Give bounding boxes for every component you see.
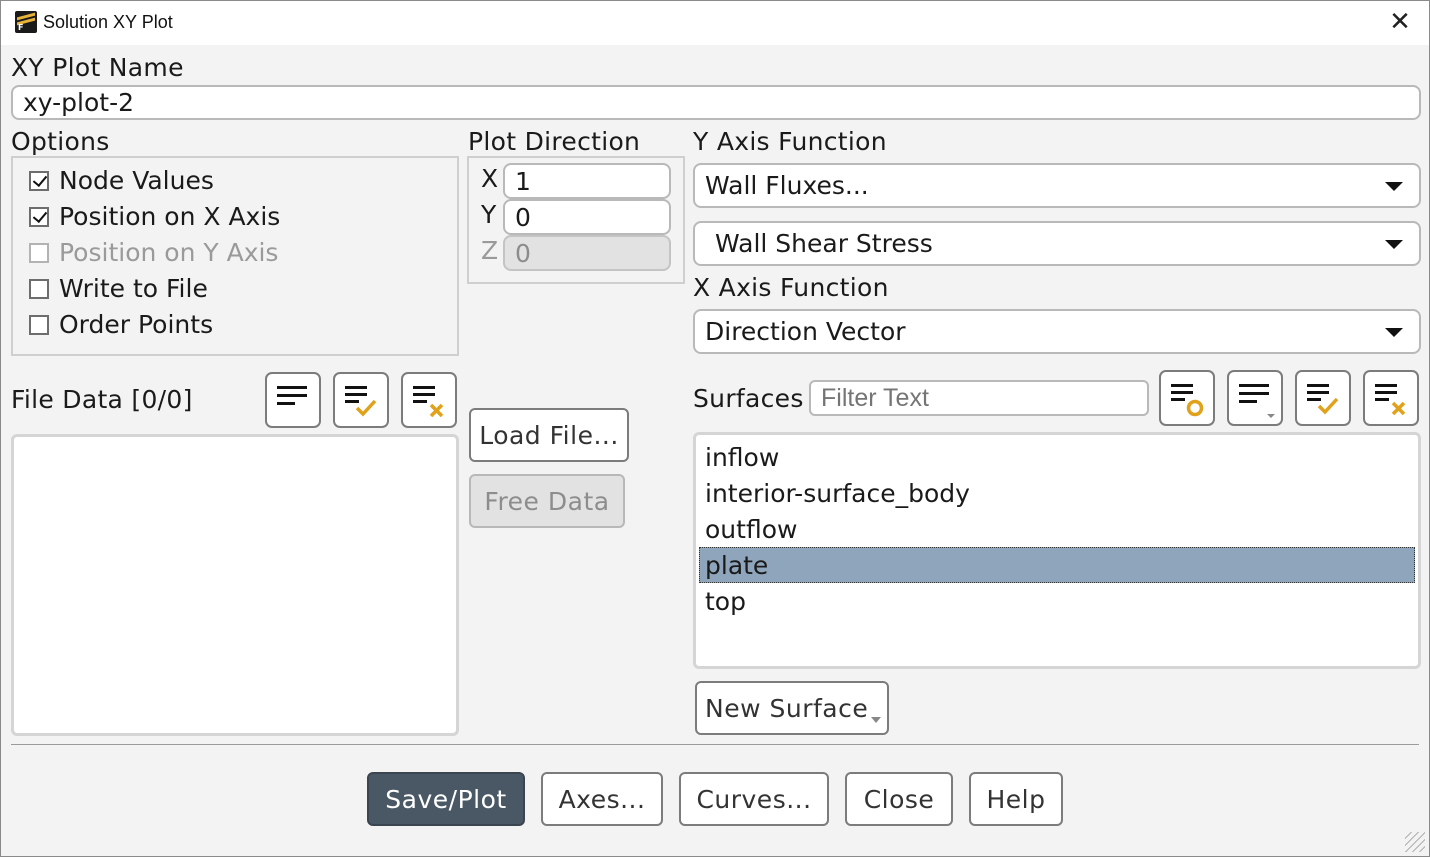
list-item[interactable]: inflow [699, 439, 1415, 475]
direction-x-input[interactable]: 1 [503, 163, 671, 199]
new-surface-button[interactable]: New Surface [695, 681, 889, 735]
order-points-checkbox[interactable] [29, 314, 49, 335]
list-clear-icon [413, 386, 444, 418]
option-position-x[interactable]: Position on X Axis [29, 202, 280, 231]
file-clear-button[interactable] [401, 372, 457, 428]
surface-group-button[interactable] [1227, 370, 1283, 426]
surface-check-button[interactable] [1295, 370, 1351, 426]
load-file-button[interactable]: Load File... [469, 408, 629, 462]
plot-direction-group: X 1 Y 0 Z 0 [467, 156, 685, 284]
write-to-file-checkbox[interactable] [29, 278, 49, 299]
solution-xy-plot-dialog: F Solution XY Plot ✕ XY Plot Name xy-plo… [0, 0, 1430, 857]
plot-direction-label: Plot Direction [468, 127, 641, 156]
close-icon[interactable]: ✕ [1385, 7, 1415, 37]
file-data-label: File Data [0/0] [11, 385, 193, 414]
dropdown-arrow-icon [1385, 181, 1403, 191]
surfaces-label: Surfaces [693, 384, 804, 413]
resize-grip-icon[interactable] [1405, 832, 1425, 852]
y-axis-category-value: Wall Fluxes... [705, 171, 869, 200]
surfaces-filter-input[interactable] [809, 380, 1149, 416]
position-y-label: Position on Y Axis [59, 238, 279, 267]
direction-x-label: X [481, 164, 499, 193]
window-title: Solution XY Plot [43, 12, 173, 32]
y-axis-function-value: Wall Shear Stress [715, 229, 933, 258]
direction-z-label: Z [481, 236, 499, 265]
plot-name-input[interactable]: xy-plot-2 [11, 85, 1421, 120]
curves-button[interactable]: Curves... [679, 772, 829, 826]
node-values-label: Node Values [59, 166, 214, 195]
file-check-button[interactable] [333, 372, 389, 428]
help-button[interactable]: Help [969, 772, 1063, 826]
position-y-checkbox [29, 242, 49, 263]
option-write-to-file[interactable]: Write to File [29, 274, 208, 303]
free-data-button: Free Data [469, 474, 625, 528]
x-axis-function-dropdown[interactable]: Direction Vector [693, 309, 1421, 354]
dropdown-arrow-icon [1385, 239, 1403, 249]
file-data-list[interactable] [11, 434, 459, 736]
file-select-all-button[interactable] [265, 372, 321, 428]
direction-y-label: Y [481, 200, 497, 229]
plot-name-label: XY Plot Name [11, 53, 184, 82]
list-dropdown-icon [1239, 384, 1275, 418]
close-button[interactable]: Close [845, 772, 953, 826]
title-bar: F Solution XY Plot ✕ [1, 1, 1429, 45]
position-x-checkbox[interactable] [29, 206, 49, 227]
surface-clear-button[interactable] [1363, 370, 1419, 426]
y-axis-function-label: Y Axis Function [693, 127, 887, 156]
list-clear-icon [1375, 384, 1406, 416]
y-axis-category-dropdown[interactable]: Wall Fluxes... [693, 163, 1421, 208]
new-surface-label: New Surface [705, 693, 869, 723]
position-x-label: Position on X Axis [59, 202, 281, 231]
list-check-icon [1307, 384, 1339, 415]
surface-select-button[interactable] [1159, 370, 1215, 426]
surfaces-list[interactable]: inflow interior-surface_body outflow pla… [693, 432, 1421, 669]
option-order-points[interactable]: Order Points [29, 310, 213, 339]
dropdown-arrow-icon [871, 717, 881, 723]
list-item[interactable]: interior-surface_body [699, 475, 1415, 511]
axes-button[interactable]: Axes... [541, 772, 663, 826]
options-group: Node Values Position on X Axis Position … [11, 156, 459, 356]
x-axis-function-value: Direction Vector [705, 317, 906, 346]
select-all-icon [277, 386, 307, 405]
x-axis-function-label: X Axis Function [693, 273, 889, 302]
direction-z-input: 0 [503, 235, 671, 271]
option-node-values[interactable]: Node Values [29, 166, 214, 195]
node-values-checkbox[interactable] [29, 170, 49, 191]
fluent-app-icon: F [15, 11, 37, 33]
list-check-icon [345, 386, 377, 417]
option-position-y: Position on Y Axis [29, 238, 278, 267]
footer-separator [11, 744, 1419, 745]
dropdown-arrow-icon [1385, 327, 1403, 337]
list-item[interactable]: top [699, 583, 1415, 619]
list-item[interactable]: outflow [699, 511, 1415, 547]
options-label: Options [11, 127, 110, 156]
order-points-label: Order Points [59, 310, 214, 339]
list-item-selected[interactable]: plate [699, 547, 1415, 583]
write-to-file-label: Write to File [59, 274, 208, 303]
save-plot-button[interactable]: Save/Plot [367, 772, 525, 826]
list-circle-icon [1171, 384, 1204, 417]
direction-y-input[interactable]: 0 [503, 199, 671, 235]
y-axis-function-dropdown[interactable]: Wall Shear Stress [693, 221, 1421, 266]
